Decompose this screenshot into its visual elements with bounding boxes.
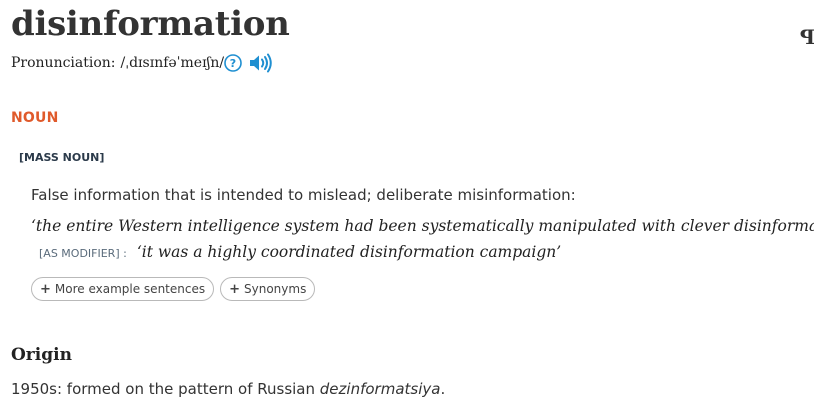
synonyms-button[interactable]: + Synonyms <box>220 277 316 301</box>
modifier-label: [AS MODIFIER] : <box>39 247 127 260</box>
more-example-sentences-button[interactable]: + More example sentences <box>31 277 215 301</box>
more-example-sentences-label: More example sentences <box>54 282 206 296</box>
modifier-example-row: [AS MODIFIER] : ‘it was a highly coordin… <box>39 241 561 263</box>
svg-text:?: ? <box>230 57 236 70</box>
pronunciation-row: Pronunciation: /ˌdɪsɪnfəˈmeɪʃn/ ? <box>11 50 274 76</box>
question-circle-icon[interactable]: ? <box>224 54 242 72</box>
sense-actions: + More example sentences + Synonyms <box>31 277 316 301</box>
grammar-label: [MASS NOUN] <box>19 151 105 164</box>
origin-heading: Origin <box>11 345 72 365</box>
origin-russian-word: dezinformatsiya <box>319 380 441 398</box>
example-sentence: ‘the entire Western intelligence system … <box>31 217 814 235</box>
part-of-speech: NOUN <box>11 110 59 126</box>
synonyms-label: Synonyms <box>244 282 307 296</box>
pronunciation-ipa: /ˌdɪsɪnfəˈmeɪʃn/ <box>120 55 225 71</box>
origin-text: 1950s: formed on the pattern of Russian … <box>11 379 445 399</box>
definition-text: False information that is intended to mi… <box>31 186 576 204</box>
origin-text-suffix: . <box>440 380 446 398</box>
pronunciation-label: Pronunciation: <box>11 55 116 71</box>
plus-icon: + <box>40 281 51 297</box>
origin-text-prefix: 1950s: formed on the pattern of Russian <box>11 380 320 398</box>
speaker-icon[interactable] <box>248 52 274 74</box>
plus-icon: + <box>229 281 241 297</box>
example-sentence: ‘it was a highly coordinated disinformat… <box>136 243 562 261</box>
corner-logo-mark: ꟼ <box>800 25 814 49</box>
headword: disinformation <box>11 4 290 44</box>
